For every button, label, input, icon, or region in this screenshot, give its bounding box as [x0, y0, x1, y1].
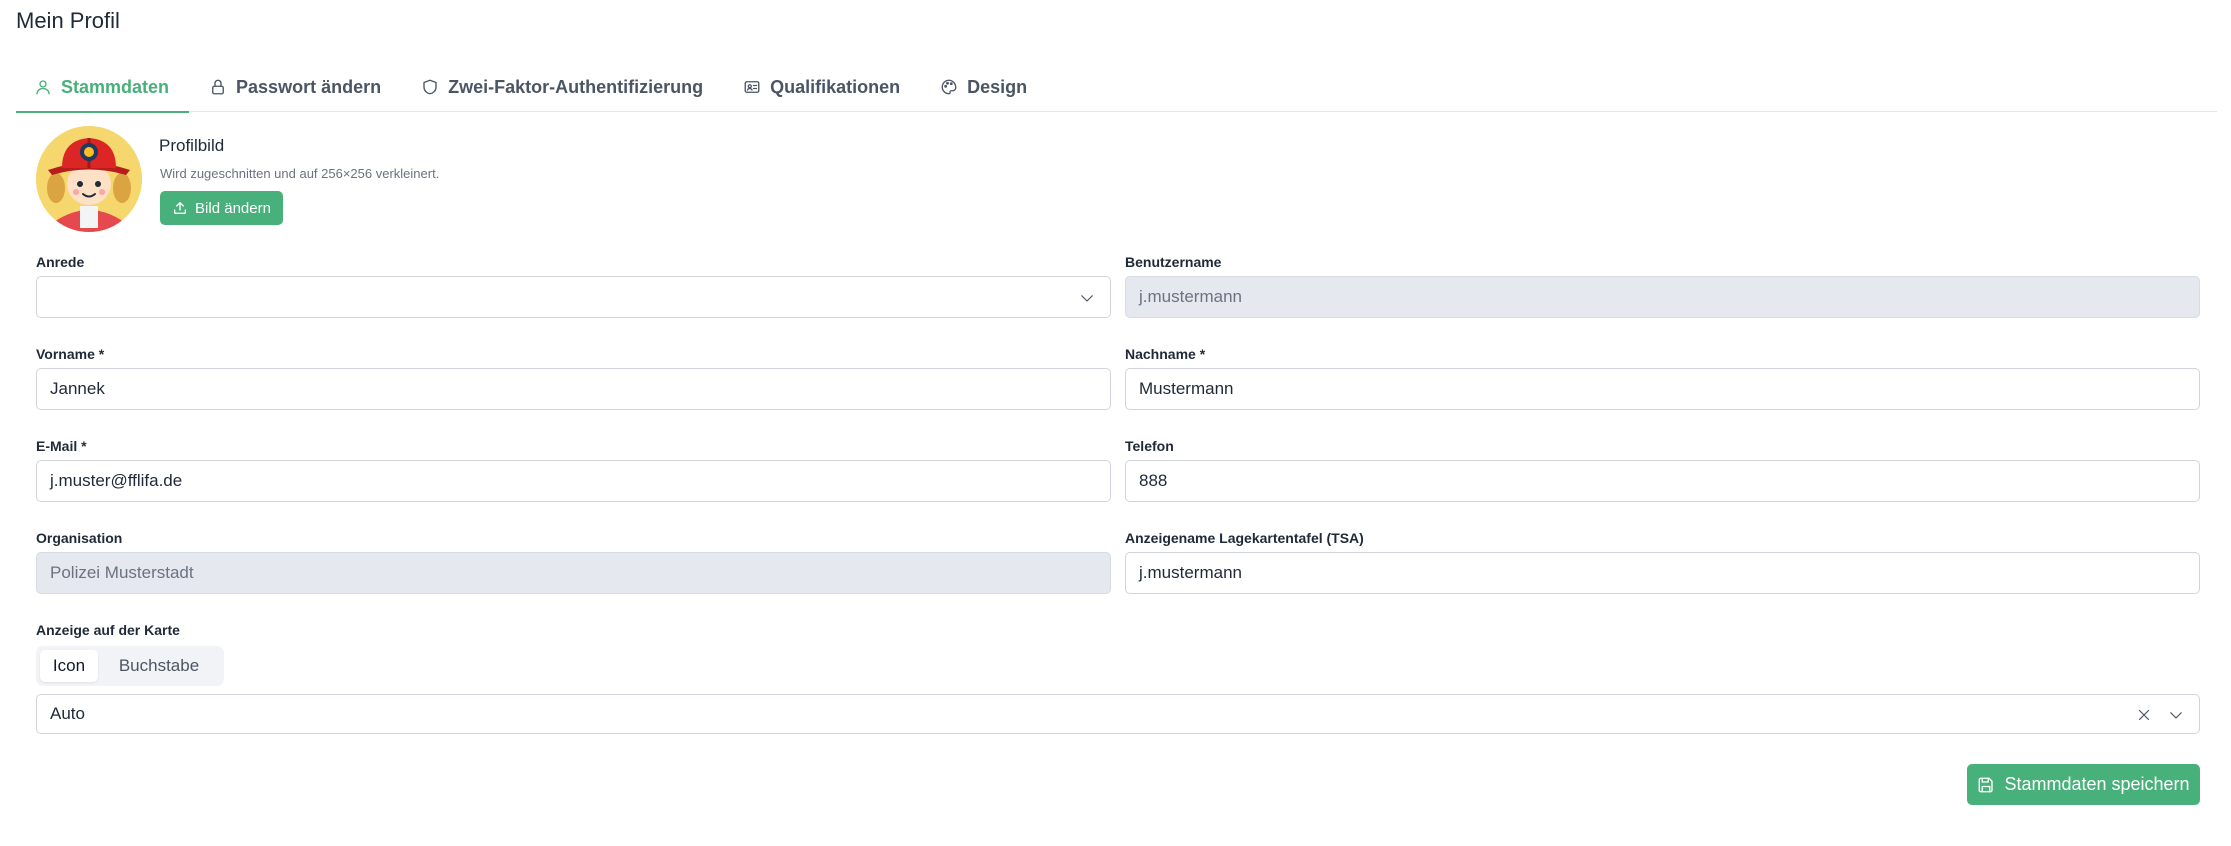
tab-passwort[interactable]: Passwort ändern — [189, 62, 401, 112]
benutzername-field: j.mustermann — [1125, 276, 2200, 318]
organisation-value: Polizei Musterstadt — [50, 563, 194, 582]
tab-label: Passwort ändern — [236, 76, 382, 97]
email-value: j.muster@fflifa.de — [50, 471, 183, 490]
vorname-input[interactable]: Jannek — [36, 368, 1111, 410]
anrede-label: Anrede — [36, 254, 85, 270]
telefon-label: Telefon — [1125, 438, 1174, 454]
chevron-down-icon — [1081, 295, 1093, 302]
nachname-input[interactable]: Mustermann — [1125, 368, 2200, 410]
profile-picture-hint: Wird zugeschnitten und auf 256×256 verkl… — [160, 166, 440, 181]
tab-bar: Stammdaten Passwort ändern Zwei-Faktor-A… — [16, 62, 2217, 113]
save-icon — [1979, 777, 1994, 792]
upload-icon — [174, 202, 187, 214]
tsa-value: j.mustermann — [1139, 563, 1242, 582]
avatar — [36, 126, 142, 232]
change-picture-label: Bild ändern — [195, 199, 271, 217]
page-title: Mein Profil — [16, 8, 120, 33]
organisation-label: Organisation — [36, 530, 123, 546]
tab-qualifikationen[interactable]: Qualifikationen — [723, 62, 920, 112]
telefon-input[interactable]: 888 — [1125, 460, 2200, 502]
nachname-value: Mustermann — [1139, 379, 1234, 398]
anrede-select[interactable] — [36, 276, 1111, 318]
tab-label: Qualifikationen — [770, 76, 901, 97]
segment-buchstabe[interactable]: Buchstabe — [102, 650, 216, 682]
tab-label: Stammdaten — [61, 76, 170, 97]
tab-label: Design — [967, 76, 1028, 97]
email-input[interactable]: j.muster@fflifa.de — [36, 460, 1111, 502]
organisation-field: Polizei Musterstadt — [36, 552, 1111, 594]
save-stammdaten-button[interactable]: Stammdaten speichern — [1967, 764, 2200, 805]
vorname-label: Vorname * — [36, 346, 105, 362]
segment-icon[interactable]: Icon — [40, 650, 98, 682]
tsa-input[interactable]: j.mustermann — [1125, 552, 2200, 594]
change-picture-button[interactable]: Bild ändern — [160, 191, 283, 225]
lock-icon — [212, 79, 224, 95]
karte-segmented-control: Icon Buchstabe — [36, 646, 224, 686]
id-card-icon — [744, 81, 760, 93]
tab-zwei-faktor[interactable]: Zwei-Faktor-Authentifizierung — [401, 62, 723, 112]
benutzername-value: j.mustermann — [1139, 287, 1242, 306]
email-label: E-Mail * — [36, 438, 87, 454]
tsa-label: Anzeigename Lagekartentafel (TSA) — [1125, 530, 1364, 546]
benutzername-label: Benutzername — [1125, 254, 1222, 270]
user-icon — [36, 80, 50, 95]
clear-icon[interactable] — [2135, 706, 2153, 724]
profile-picture-title: Profilbild — [159, 136, 225, 155]
tab-stammdaten[interactable]: Stammdaten — [16, 62, 190, 113]
karte-select-value: Auto — [50, 704, 85, 723]
tab-design[interactable]: Design — [920, 62, 1047, 112]
tab-label: Zwei-Faktor-Authentifizierung — [448, 76, 704, 97]
palette-icon — [941, 79, 957, 95]
vorname-value: Jannek — [50, 379, 105, 398]
telefon-value: 888 — [1139, 471, 1168, 490]
shield-icon — [423, 79, 437, 95]
save-label: Stammdaten speichern — [2004, 774, 2190, 794]
karte-label: Anzeige auf der Karte — [36, 622, 180, 638]
chevron-down-icon[interactable] — [2167, 706, 2185, 724]
firefighter-avatar-icon — [36, 126, 142, 232]
karte-icon-select[interactable]: Auto — [36, 694, 2200, 734]
nachname-label: Nachname * — [1125, 346, 1206, 362]
